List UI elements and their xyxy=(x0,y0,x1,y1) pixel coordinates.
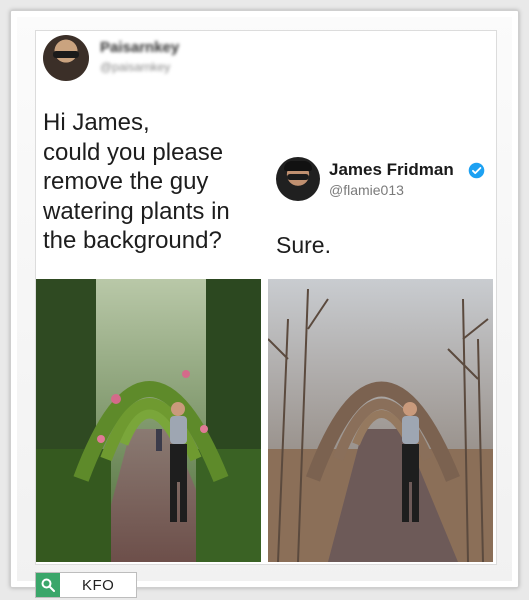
reply-author-avatar xyxy=(276,157,320,201)
search-icon xyxy=(36,573,60,597)
badge-label: KFO xyxy=(82,576,115,594)
requester-name: Paisarnkey xyxy=(100,39,180,56)
requester-handle: @paisarnkey xyxy=(100,60,171,74)
reply-text: Sure. xyxy=(276,232,331,258)
request-line: watering plants in xyxy=(43,197,230,225)
request-line: the background? xyxy=(43,227,222,254)
request-text: Hi James, could you please remove the gu… xyxy=(43,108,263,256)
request-line: could you please xyxy=(43,138,224,166)
requester-avatar xyxy=(43,35,89,81)
edited-barren-photo xyxy=(268,279,493,562)
request-line: Hi James, xyxy=(43,109,150,136)
reply-author-handle: @flamie013 xyxy=(329,182,404,198)
reply-author-name: James Fridman xyxy=(329,160,454,179)
request-line: remove the guy xyxy=(43,168,209,195)
original-garden-photo xyxy=(36,279,261,562)
kfo-badge: KFO xyxy=(35,572,137,598)
verified-badge-icon xyxy=(468,162,485,179)
